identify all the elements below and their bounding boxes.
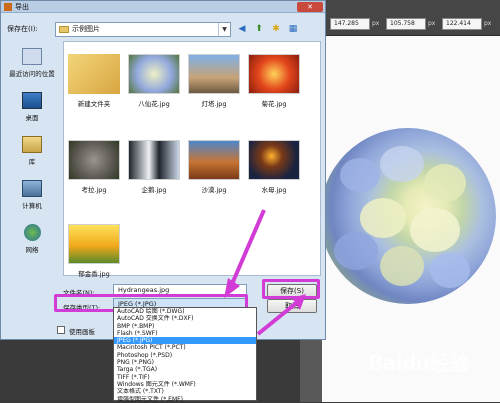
file-type-list[interactable]: AutoCAD 绘图 (*.DWG) AutoCAD 交换文件 (*.DXF) …	[113, 307, 257, 403]
arrow-head	[224, 278, 240, 298]
arrow-head	[292, 294, 306, 310]
watermark-url: jingyan.baidu.com	[416, 377, 481, 385]
watermark-logo: Baidu经验	[368, 351, 469, 375]
type-option-selected[interactable]: JPEG (*.JPG)	[114, 337, 256, 345]
type-option[interactable]: Windows 图元文件 (*.WMF)	[114, 381, 256, 388]
type-option[interactable]: AutoCAD 交换文件 (*.DXF)	[114, 315, 256, 322]
arrow-to-save	[256, 298, 302, 336]
type-option[interactable]: Targa (*.TGA)	[114, 366, 256, 373]
baidu-watermark: Baidu经验 jingyan.baidu.com	[368, 347, 494, 393]
arrow-to-savetype	[230, 209, 266, 285]
type-option[interactable]: Flash (*.SWF)	[114, 330, 256, 337]
type-option[interactable]: Macintosh PICT (*.PCT)	[114, 344, 256, 351]
type-option[interactable]: PNG (*.PNG)	[114, 359, 256, 366]
type-option[interactable]: Photoshop (*.PSD)	[114, 352, 256, 359]
type-option[interactable]: 文本格式 (*.TXT)	[114, 388, 256, 395]
type-option[interactable]: TIFF (*.TIF)	[114, 374, 256, 381]
type-option[interactable]: BMP (*.BMP)	[114, 323, 256, 330]
type-option[interactable]: AutoCAD 绘图 (*.DWG)	[114, 308, 256, 315]
